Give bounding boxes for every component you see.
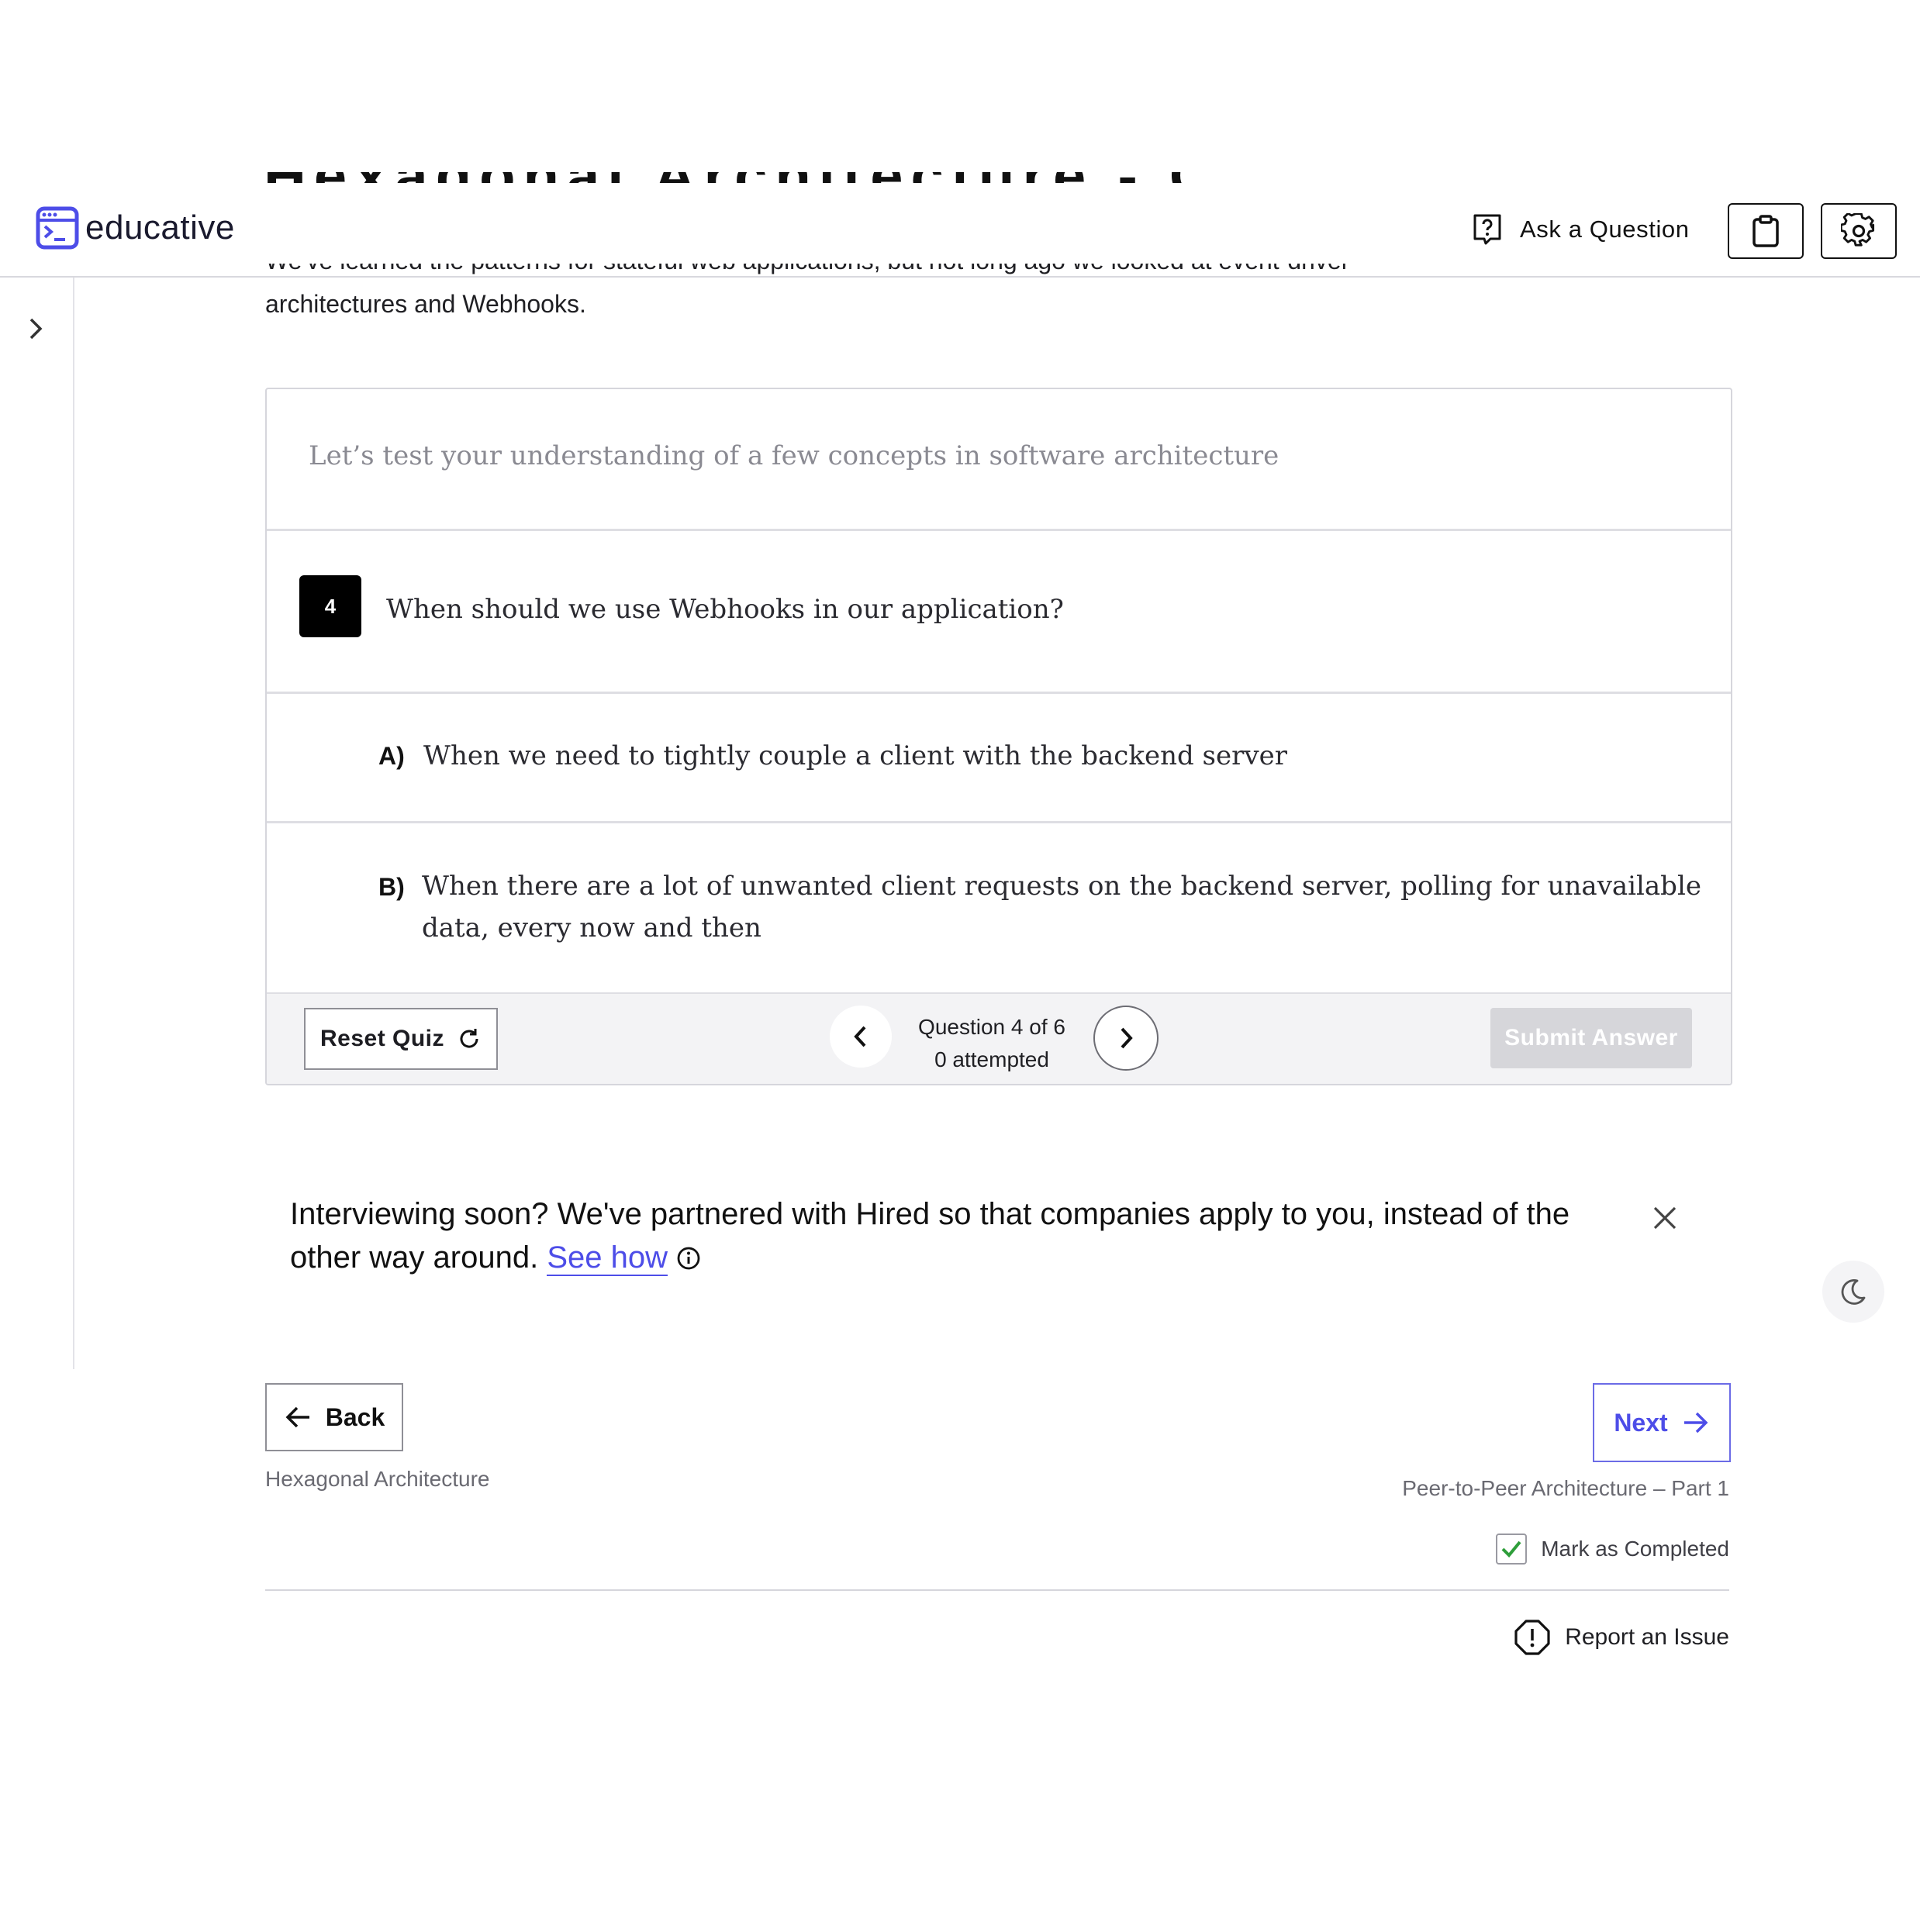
quiz-title: Let’s test your understanding of a few c… bbox=[309, 440, 1279, 471]
refresh-icon bbox=[460, 1029, 478, 1048]
chevron-right-icon bbox=[1121, 1027, 1133, 1049]
moon-icon bbox=[1841, 1279, 1866, 1305]
left-rail bbox=[0, 278, 74, 1369]
page-heading-text: Hexagonal Architecture - Code Examples bbox=[264, 172, 1194, 183]
brand-name: educative bbox=[85, 209, 235, 247]
submit-answer-button[interactable]: Submit Answer bbox=[1490, 1008, 1692, 1068]
previous-lesson-title[interactable]: Hexagonal Architecture bbox=[265, 1467, 490, 1492]
option-b-text-line2: data, every now and then bbox=[422, 913, 761, 944]
footer-divider bbox=[265, 1589, 1729, 1591]
arrow-left-icon bbox=[285, 1406, 309, 1428]
report-issue-button[interactable]: Report an Issue bbox=[1514, 1619, 1729, 1656]
dark-mode-toggle[interactable] bbox=[1822, 1261, 1884, 1323]
option-a[interactable]: A) When we need to tightly couple a clie… bbox=[267, 694, 1731, 823]
checkmark-icon bbox=[1501, 1540, 1521, 1558]
alert-octagon-icon bbox=[1514, 1620, 1550, 1655]
reset-quiz-button[interactable]: Reset Quiz bbox=[304, 1008, 498, 1070]
next-button[interactable]: Next bbox=[1593, 1383, 1731, 1462]
option-a-letter: A) bbox=[378, 742, 405, 770]
previous-question-button[interactable] bbox=[830, 1006, 892, 1068]
educative-logo[interactable]: educative bbox=[36, 206, 235, 250]
mark-completed-label: Mark as Completed bbox=[1541, 1537, 1729, 1561]
option-b-letter: B) bbox=[378, 873, 405, 901]
mark-completed[interactable]: Mark as Completed bbox=[1496, 1534, 1729, 1565]
option-b[interactable]: B) When there are a lot of unwanted clie… bbox=[267, 823, 1731, 992]
chevron-left-icon bbox=[854, 1026, 866, 1047]
intro-cut-line: We've learned the patterns for stateful … bbox=[265, 264, 1351, 278]
quiz-card: Let’s test your understanding of a few c… bbox=[265, 388, 1732, 1085]
clipboard-button[interactable] bbox=[1728, 203, 1804, 259]
clipboard-icon bbox=[1753, 215, 1779, 247]
next-question-button[interactable] bbox=[1093, 1006, 1159, 1071]
option-a-text: When we need to tightly couple a client … bbox=[423, 740, 1287, 771]
reset-quiz-label: Reset Quiz bbox=[319, 1026, 445, 1051]
quiz-header: Let’s test your understanding of a few c… bbox=[267, 389, 1731, 531]
back-button[interactable]: Back bbox=[265, 1383, 403, 1451]
question-counter: Question 4 of 6 bbox=[918, 1015, 1065, 1039]
attempted-counter: 0 attempted bbox=[934, 1047, 1049, 1071]
question-status: Question 4 of 6 0 attempted bbox=[903, 1011, 1081, 1076]
page-heading-cut: Hexagonal Architecture - Code Examples bbox=[264, 172, 1194, 183]
option-b-text: When there are a lot of unwanted client … bbox=[422, 865, 1701, 949]
ask-question-button[interactable]: Ask a Question bbox=[1472, 212, 1690, 247]
chevron-right-icon[interactable] bbox=[23, 313, 47, 344]
completed-checkbox[interactable] bbox=[1496, 1534, 1528, 1565]
back-label: Back bbox=[325, 1402, 385, 1431]
close-icon[interactable] bbox=[1652, 1205, 1678, 1231]
settings-button[interactable] bbox=[1821, 203, 1897, 259]
next-lesson-title[interactable]: Peer-to-Peer Architecture – Part 1 bbox=[1402, 1476, 1729, 1501]
intro-text: architectures and Webhooks. bbox=[265, 290, 586, 318]
intro-cut-text: We've learned the patterns for stateful … bbox=[265, 264, 1351, 275]
info-icon[interactable] bbox=[676, 1246, 701, 1271]
promo-text: Interviewing soon? We've partnered with … bbox=[290, 1197, 1570, 1275]
see-how-link[interactable]: See how bbox=[547, 1240, 668, 1276]
report-issue-label: Report an Issue bbox=[1565, 1624, 1729, 1650]
question-number-badge: 4 bbox=[299, 575, 361, 637]
gear-icon bbox=[1841, 213, 1875, 247]
ask-question-label: Ask a Question bbox=[1520, 216, 1690, 243]
option-b-text-line1: When there are a lot of unwanted client … bbox=[422, 871, 1701, 902]
question-row: 4 When should we use Webhooks in our app… bbox=[267, 530, 1731, 694]
next-label: Next bbox=[1614, 1408, 1668, 1437]
logo-icon bbox=[36, 206, 79, 250]
hired-promo: Interviewing soon? We've partnered with … bbox=[290, 1192, 1624, 1279]
quiz-footer: Reset Quiz Question 4 of 6 0 attempted S… bbox=[267, 992, 1731, 1084]
question-bubble-icon bbox=[1473, 214, 1501, 245]
arrow-right-icon bbox=[1683, 1412, 1708, 1433]
question-text: When should we use Webhooks in our appli… bbox=[386, 594, 1064, 625]
